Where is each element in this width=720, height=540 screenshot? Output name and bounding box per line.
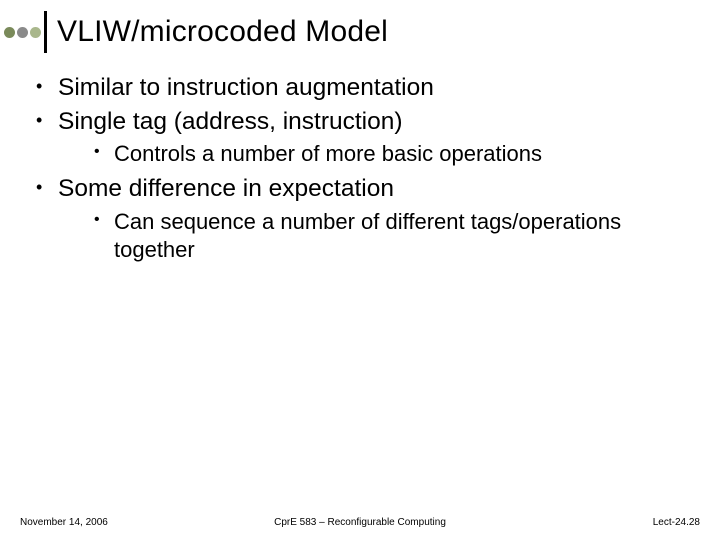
list-item: Controls a number of more basic operatio… [88, 140, 690, 168]
decorative-dots [4, 27, 41, 38]
list-item-text: Single tag (address, instruction) [58, 108, 403, 135]
list-item: Some difference in expectation Can seque… [30, 174, 690, 264]
list-item: Similar to instruction augmentation [30, 73, 690, 104]
slide-footer: November 14, 2006 CprE 583 – Reconfigura… [20, 517, 700, 528]
bullet-sublist: Controls a number of more basic operatio… [58, 140, 690, 168]
footer-course: CprE 583 – Reconfigurable Computing [20, 517, 700, 528]
list-item-text: Some difference in expectation [58, 175, 394, 202]
vertical-rule-icon [44, 11, 47, 53]
footer-date: November 14, 2006 [20, 517, 108, 528]
dot-icon [17, 27, 28, 38]
dot-icon [30, 27, 41, 38]
slide-header: VLIW/microcoded Model [0, 8, 720, 56]
list-item: Single tag (address, instruction) Contro… [30, 107, 690, 169]
list-item: Can sequence a number of different tags/… [88, 208, 690, 264]
slide-body: Similar to instruction augmentation Sing… [30, 70, 690, 270]
footer-slide-number: Lect-24.28 [653, 517, 700, 528]
slide: VLIW/microcoded Model Similar to instruc… [0, 0, 720, 540]
bullet-sublist: Can sequence a number of different tags/… [58, 208, 690, 264]
slide-title: VLIW/microcoded Model [57, 15, 388, 49]
dot-icon [4, 27, 15, 38]
bullet-list: Similar to instruction augmentation Sing… [30, 73, 690, 264]
